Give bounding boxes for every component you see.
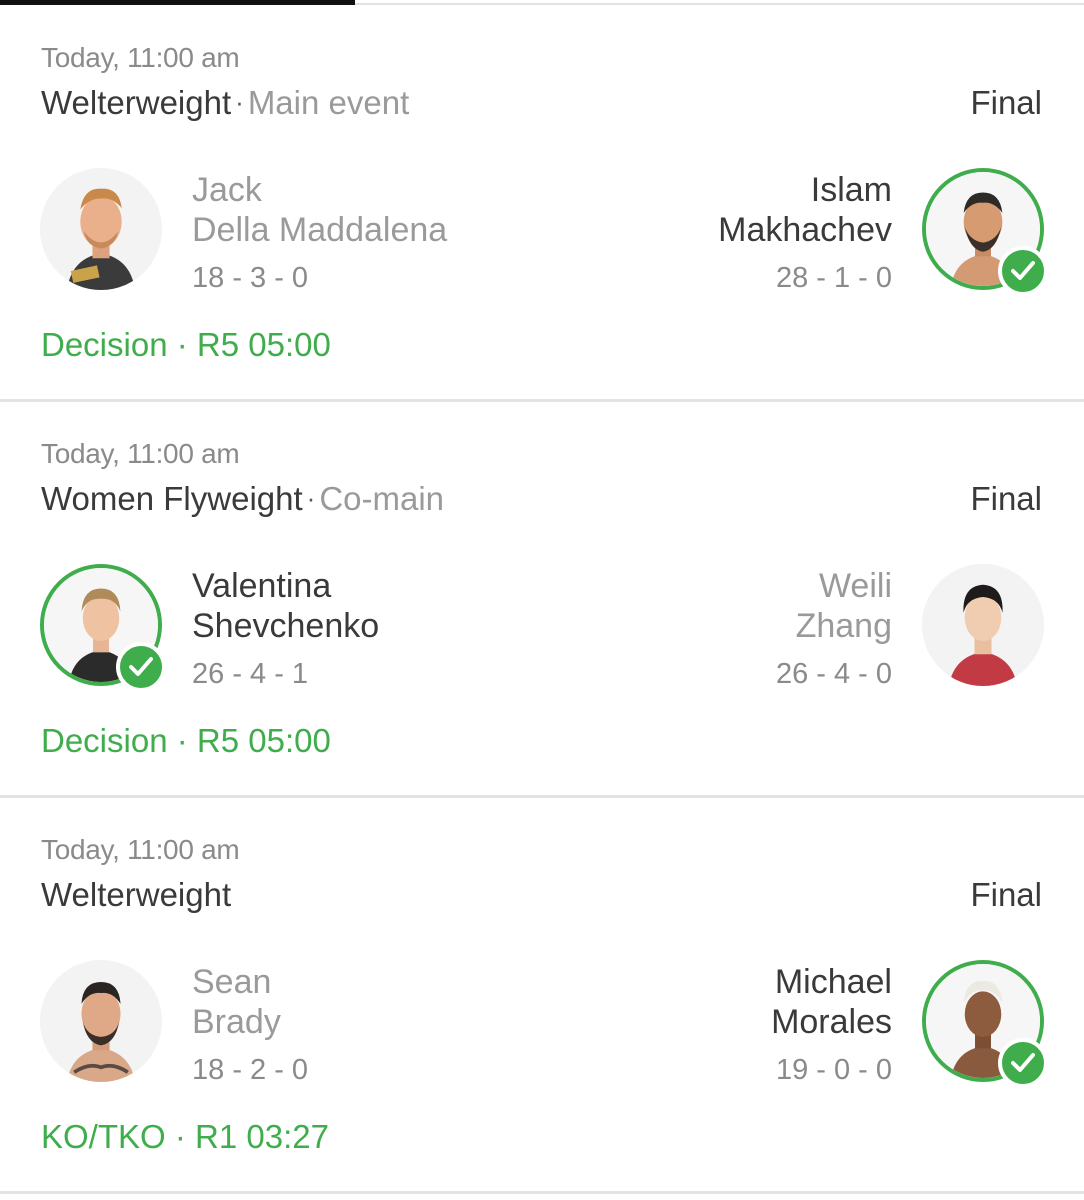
weight-class-row: Women Flyweight · Co-main bbox=[41, 480, 444, 518]
fighter-first-name: Weili bbox=[818, 567, 892, 605]
billing-label: Main event bbox=[247, 84, 410, 121]
fighter-photo bbox=[40, 960, 162, 1082]
fight-time: Today, 11:00 am bbox=[41, 42, 240, 73]
fighter-avatar-right[interactable] bbox=[922, 168, 1048, 296]
fighter-last-name: Brady bbox=[192, 1003, 281, 1041]
weight-class: Women Flyweight bbox=[41, 480, 303, 517]
fighter-photo bbox=[40, 168, 162, 290]
fight-card[interactable]: Today, 11:00 am Welterweight Final Sean … bbox=[0, 798, 1084, 1194]
fighter-name-left[interactable]: Valentina Shevchenko bbox=[192, 566, 379, 646]
fighter-last-name: Shevchenko bbox=[192, 607, 380, 645]
fight-time: Today, 11:00 am bbox=[41, 438, 240, 469]
fighter-photo bbox=[922, 564, 1044, 686]
weight-class: Welterweight bbox=[41, 84, 232, 121]
weight-class: Welterweight bbox=[41, 876, 232, 913]
fighter-avatar-right[interactable] bbox=[922, 564, 1044, 686]
winner-badge bbox=[998, 1038, 1048, 1088]
fighter-name-left[interactable]: Jack Della Maddalena bbox=[192, 170, 447, 250]
billing-label: Co-main bbox=[319, 480, 445, 517]
fighter-record-right: 26 - 4 - 0 bbox=[775, 658, 892, 690]
fighter-first-name: Sean bbox=[192, 963, 272, 1001]
fighter-record-left: 26 - 4 - 1 bbox=[192, 658, 309, 690]
check-icon bbox=[1011, 1053, 1035, 1072]
fight-result: KO/TKO · R1 03:27 bbox=[41, 1118, 329, 1155]
fighter-avatar-right[interactable] bbox=[922, 960, 1048, 1088]
weight-class-row: Welterweight bbox=[41, 876, 231, 914]
fighter-name-left[interactable]: Sean Brady bbox=[192, 962, 281, 1042]
fight-result: Decision · R5 05:00 bbox=[41, 722, 331, 759]
fighter-record-left: 18 - 3 - 0 bbox=[192, 262, 309, 294]
fighter-last-name: Makhachev bbox=[718, 211, 892, 249]
fighter-first-name: Islam bbox=[810, 171, 892, 209]
fighter-name-right[interactable]: Islam Makhachev bbox=[718, 170, 892, 250]
fighter-name-right[interactable]: Weili Zhang bbox=[796, 566, 892, 646]
fighter-record-right: 28 - 1 - 0 bbox=[775, 262, 892, 294]
fighter-first-name: Valentina bbox=[192, 567, 332, 605]
fighter-name-right[interactable]: Michael Morales bbox=[771, 962, 892, 1042]
fighter-avatar-left[interactable] bbox=[40, 168, 162, 290]
fight-card[interactable]: Today, 11:00 am Welterweight · Main event … bbox=[0, 6, 1084, 402]
fighter-last-name: Zhang bbox=[795, 607, 892, 645]
weight-class-row: Welterweight · Main event bbox=[41, 84, 409, 122]
fight-status: Final bbox=[970, 84, 1042, 121]
fight-status: Final bbox=[970, 876, 1042, 913]
active-tab-indicator bbox=[0, 0, 355, 5]
check-icon bbox=[1011, 261, 1035, 280]
tab-divider bbox=[355, 3, 1084, 5]
fighter-last-name: Della Maddalena bbox=[192, 211, 448, 249]
fighter-record-left: 18 - 2 - 0 bbox=[192, 1054, 309, 1086]
fighter-avatar-left[interactable] bbox=[40, 960, 162, 1082]
winner-badge bbox=[116, 642, 166, 692]
fight-result: Decision · R5 05:00 bbox=[41, 326, 331, 363]
fighter-avatar-left[interactable] bbox=[40, 564, 166, 692]
separator-dot: · bbox=[306, 483, 316, 513]
winner-badge bbox=[998, 246, 1048, 296]
fighter-record-right: 19 - 0 - 0 bbox=[775, 1054, 892, 1086]
fight-time: Today, 11:00 am bbox=[41, 834, 240, 865]
fighter-last-name: Morales bbox=[771, 1003, 892, 1041]
fight-status: Final bbox=[970, 480, 1042, 517]
fight-card[interactable]: Today, 11:00 am Women Flyweight · Co-main … bbox=[0, 402, 1084, 798]
separator-dot: · bbox=[235, 87, 244, 117]
check-icon bbox=[129, 657, 153, 676]
fighter-first-name: Michael bbox=[774, 963, 892, 1001]
fighter-first-name: Jack bbox=[192, 171, 262, 209]
